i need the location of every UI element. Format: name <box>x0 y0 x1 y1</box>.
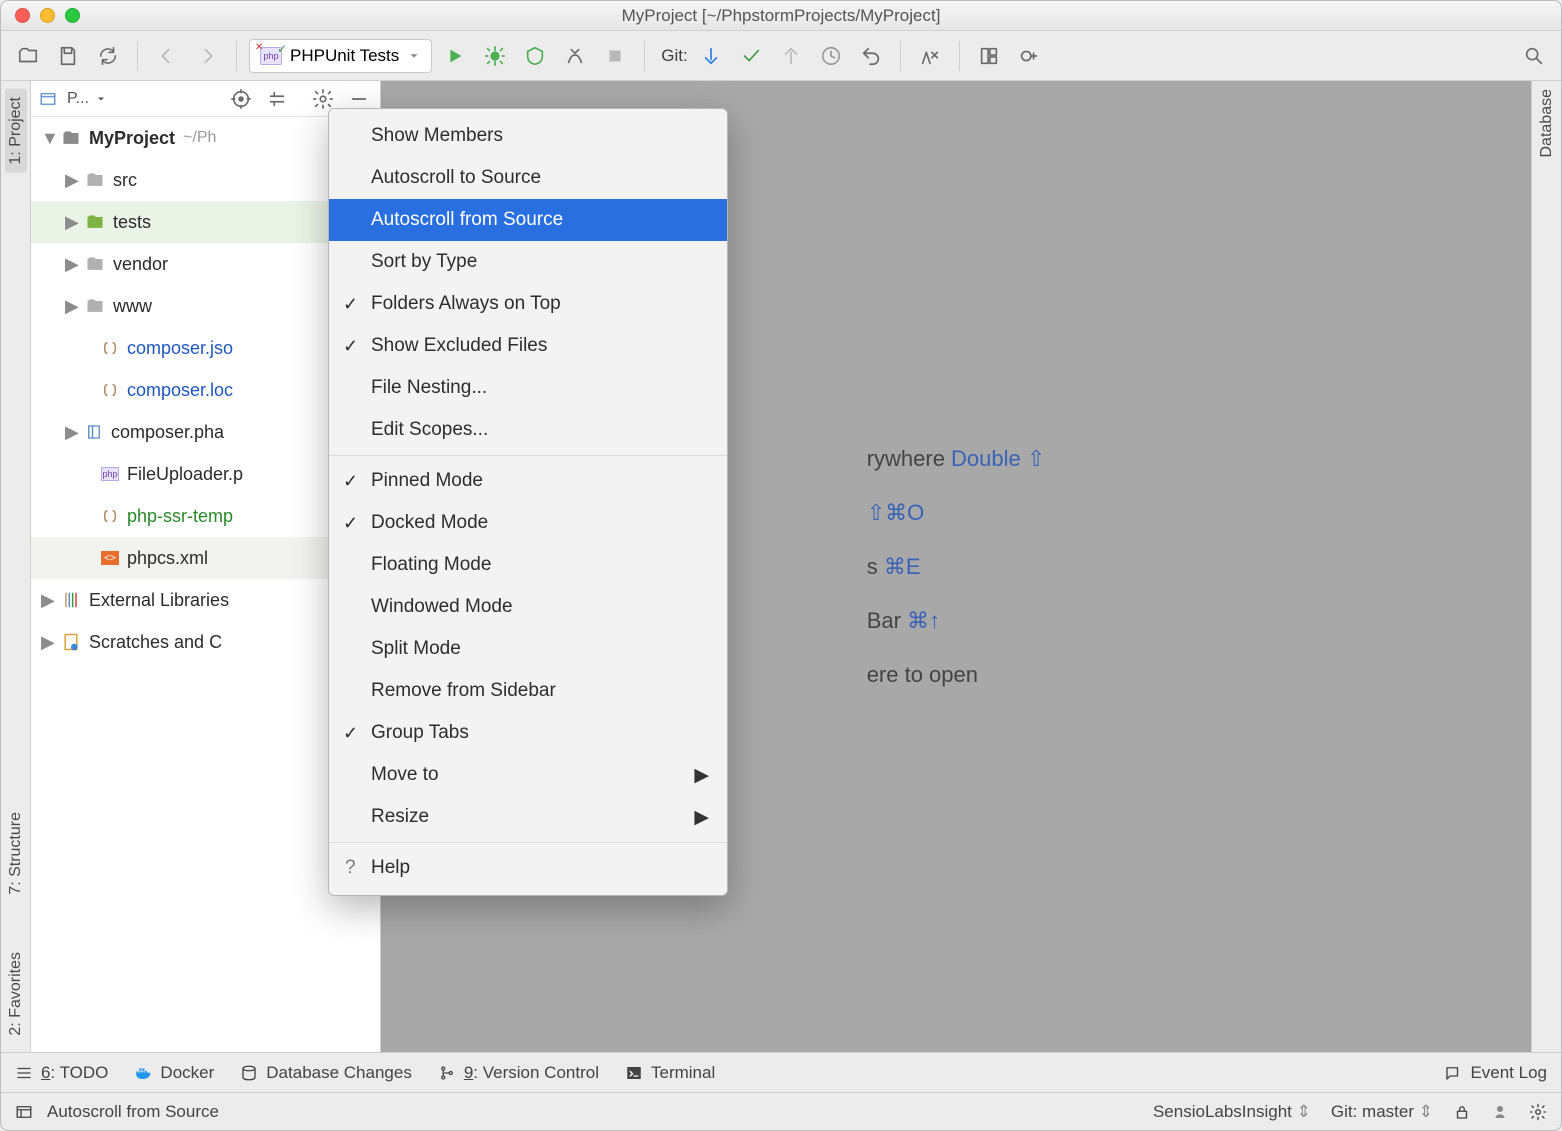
status-hint: Autoscroll from Source <box>47 1102 219 1122</box>
tool-window-docker[interactable]: Docker <box>134 1063 214 1083</box>
status-bar: Autoscroll from Source SensioLabsInsight… <box>1 1092 1561 1130</box>
open-file-button[interactable] <box>11 39 45 73</box>
folder-icon <box>85 254 105 274</box>
tool-button-1[interactable] <box>972 39 1006 73</box>
project-settings-menu: Show Members Autoscroll to Source Autosc… <box>328 108 728 896</box>
folder-icon <box>85 170 105 190</box>
collapse-all-button[interactable] <box>264 86 290 112</box>
menu-pinned-mode[interactable]: ✓Pinned Mode <box>329 460 727 502</box>
git-branch-widget[interactable]: Git: master ⇕ <box>1331 1102 1433 1122</box>
bottom-tool-bar: 6: TODO Docker Database Changes 9: Versi… <box>1 1052 1561 1092</box>
phpunit-icon: php <box>260 47 282 65</box>
scratches-icon <box>61 632 81 652</box>
git-push-button[interactable] <box>774 39 808 73</box>
project-view-selector[interactable]: P... <box>67 90 107 108</box>
zoom-window-button[interactable] <box>65 8 80 23</box>
menu-folders-always-on-top[interactable]: ✓Folders Always on Top <box>329 283 727 325</box>
menu-split-mode[interactable]: Split Mode <box>329 628 727 670</box>
tool-window-terminal[interactable]: Terminal <box>625 1063 715 1083</box>
json-icon <box>101 381 119 399</box>
menu-file-nesting[interactable]: File Nesting... <box>329 367 727 409</box>
back-button[interactable] <box>150 39 184 73</box>
locate-file-button[interactable] <box>228 86 254 112</box>
menu-floating-mode[interactable]: Floating Mode <box>329 544 727 586</box>
menu-show-members[interactable]: Show Members <box>329 115 727 157</box>
menu-edit-scopes[interactable]: Edit Scopes... <box>329 409 727 451</box>
run-config-label: PHPUnit Tests <box>290 46 399 66</box>
git-pull-button[interactable] <box>694 39 728 73</box>
stop-button[interactable] <box>598 39 632 73</box>
event-log-button[interactable]: Event Log <box>1444 1063 1547 1083</box>
close-window-button[interactable] <box>15 8 30 23</box>
titlebar: MyProject [~/PhpstormProjects/MyProject] <box>1 1 1561 31</box>
menu-group-tabs[interactable]: ✓Group Tabs <box>329 712 727 754</box>
lock-icon[interactable] <box>1453 1103 1471 1121</box>
sensiolabs-widget[interactable]: SensioLabsInsight ⇕ <box>1153 1102 1311 1122</box>
inspector-icon[interactable] <box>1491 1103 1509 1121</box>
tool-window-project[interactable]: 1: Project <box>5 89 27 173</box>
tool-window-db-changes[interactable]: Database Changes <box>240 1063 412 1083</box>
git-label: Git: <box>661 46 687 66</box>
debug-button[interactable] <box>478 39 512 73</box>
tool-window-favorites[interactable]: 2: Favorites <box>7 952 25 1036</box>
tool-window-vcs[interactable]: 9: Version Control <box>438 1063 599 1083</box>
search-everywhere-button[interactable] <box>1517 39 1551 73</box>
menu-resize[interactable]: Resize▶ <box>329 796 727 838</box>
menu-help[interactable]: ?Help <box>329 847 727 889</box>
libraries-icon <box>61 590 81 610</box>
ide-settings-button[interactable] <box>913 39 947 73</box>
archive-icon <box>85 423 103 441</box>
menu-autoscroll-to-source[interactable]: Autoscroll to Source <box>329 157 727 199</box>
tool-windows-icon[interactable] <box>15 1103 33 1121</box>
menu-remove-from-sidebar[interactable]: Remove from Sidebar <box>329 670 727 712</box>
editor-hints: rywhere Double ⇧ ⇧⌘O s ⌘E Bar ⌘↑ ere to … <box>867 432 1046 702</box>
folder-icon <box>61 128 81 148</box>
window-title: MyProject [~/PhpstormProjects/MyProject] <box>1 6 1561 26</box>
menu-docked-mode[interactable]: ✓Docked Mode <box>329 502 727 544</box>
xml-file-icon: <> <box>101 551 119 565</box>
coverage-button[interactable] <box>518 39 552 73</box>
settings-icon[interactable] <box>1529 1103 1547 1121</box>
tool-button-2[interactable] <box>1012 39 1046 73</box>
folder-icon <box>85 296 105 316</box>
menu-sort-by-type[interactable]: Sort by Type <box>329 241 727 283</box>
tool-window-todo[interactable]: 6: TODO <box>15 1063 108 1083</box>
right-gutter: Database <box>1531 81 1561 1052</box>
menu-show-excluded-files[interactable]: ✓Show Excluded Files <box>329 325 727 367</box>
git-revert-button[interactable] <box>854 39 888 73</box>
menu-move-to[interactable]: Move to▶ <box>329 754 727 796</box>
folder-icon <box>85 212 105 232</box>
profile-button[interactable] <box>558 39 592 73</box>
php-file-icon: php <box>101 467 119 481</box>
left-gutter: 1: Project 7: Structure 2: Favorites <box>1 81 31 1052</box>
menu-windowed-mode[interactable]: Windowed Mode <box>329 586 727 628</box>
sync-button[interactable] <box>91 39 125 73</box>
git-commit-button[interactable] <box>734 39 768 73</box>
json-icon <box>101 507 119 525</box>
run-button[interactable] <box>438 39 472 73</box>
save-all-button[interactable] <box>51 39 85 73</box>
git-history-button[interactable] <box>814 39 848 73</box>
tool-window-database[interactable]: Database <box>1538 89 1556 158</box>
json-icon <box>101 339 119 357</box>
main-toolbar: php PHPUnit Tests Git: <box>1 31 1561 81</box>
run-config-selector[interactable]: php PHPUnit Tests <box>249 39 432 73</box>
minimize-window-button[interactable] <box>40 8 55 23</box>
forward-button[interactable] <box>190 39 224 73</box>
menu-autoscroll-from-source[interactable]: Autoscroll from Source <box>329 199 727 241</box>
tool-window-structure[interactable]: 7: Structure <box>7 812 25 895</box>
